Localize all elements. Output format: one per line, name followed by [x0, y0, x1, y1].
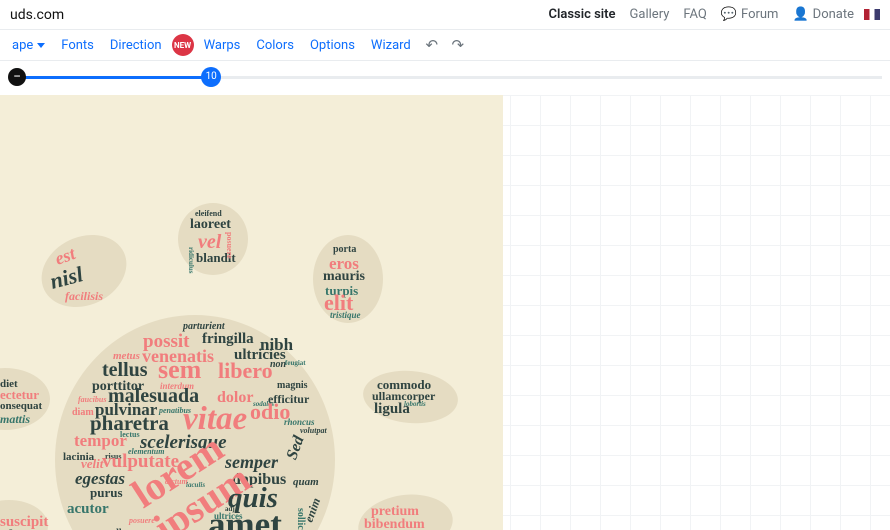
- wordcloud-word: sem: [158, 357, 201, 383]
- wordcloud-word: amet: [208, 507, 282, 530]
- wordcloud-word: volutpat: [300, 427, 327, 435]
- site-name: uds.com: [10, 7, 64, 23]
- menu-shape[interactable]: ape: [4, 34, 53, 57]
- wordcloud-word: ligula: [374, 402, 410, 417]
- wordcloud-word: sollicitudin: [295, 508, 305, 530]
- link-faq[interactable]: FAQ: [683, 7, 706, 22]
- wordcloud-background: eleifendlaoreetvelblanditposuereridiculu…: [0, 95, 503, 530]
- wordcloud-word: quam: [293, 477, 319, 488]
- menu-fonts[interactable]: Fonts: [53, 34, 102, 57]
- wordcloud-word: onsequat: [0, 401, 42, 412]
- menu-direction[interactable]: Direction: [102, 34, 170, 57]
- menu-colors[interactable]: Colors: [248, 34, 302, 57]
- wordcloud-word: tellus: [102, 360, 148, 380]
- topbar: uds.com Classic site Gallery FAQ 💬Forum …: [0, 0, 890, 30]
- wordcloud-word: tempor: [74, 432, 127, 449]
- wordcloud-word: fringilla: [202, 332, 254, 347]
- wordcloud-word: posuere: [225, 232, 233, 259]
- link-gallery[interactable]: Gallery: [630, 7, 670, 22]
- menu-wizard[interactable]: Wizard: [363, 34, 419, 57]
- undo-button[interactable]: ↶: [419, 36, 445, 54]
- blob-ray-1: [30, 222, 138, 321]
- slider-fill: [22, 76, 211, 79]
- language-flag-icon[interactable]: [864, 9, 880, 20]
- slider-minus-button[interactable]: −: [8, 68, 26, 86]
- wordcloud-word: magnis: [277, 381, 308, 391]
- menu-warps[interactable]: Warps: [196, 34, 249, 57]
- wordcloud-word: mauris: [323, 270, 365, 284]
- redo-icon: ↷: [451, 36, 464, 54]
- wordcloud-word: ridiculus: [187, 247, 194, 273]
- wordcloud-word: libero: [218, 360, 273, 382]
- canvas-area[interactable]: eleifendlaoreetvelblanditposuereridiculu…: [0, 95, 890, 530]
- link-classic-site[interactable]: Classic site: [549, 7, 616, 22]
- link-donate[interactable]: 👤Donate: [792, 7, 854, 22]
- donate-icon: 👤: [792, 7, 808, 22]
- redo-button[interactable]: ↷: [445, 36, 471, 54]
- menu-options[interactable]: Options: [302, 34, 363, 57]
- slider-thumb[interactable]: 10: [201, 67, 221, 87]
- wordcloud-word: laoreet: [190, 218, 231, 232]
- wordcloud-word: purus: [90, 486, 123, 499]
- wordcloud-word: vel: [198, 232, 221, 252]
- forum-icon: 💬: [721, 7, 737, 22]
- wordcloud-word: acutor: [67, 502, 109, 517]
- slider-track[interactable]: 10: [22, 76, 882, 79]
- wordcloud-word: tristique: [330, 311, 361, 320]
- wordcloud-word: feugiat: [285, 360, 306, 367]
- wordcloud-word: posuere: [129, 517, 155, 525]
- chevron-down-icon: [37, 43, 45, 48]
- menubar: ape Fonts Direction NEW Warps Colors Opt…: [0, 30, 890, 61]
- wordcloud-word: facilisis: [65, 290, 103, 302]
- slider-bar: − 10: [0, 61, 890, 95]
- new-badge-icon: NEW: [172, 34, 194, 56]
- wordcloud-word: mattis: [0, 413, 30, 425]
- link-forum[interactable]: 💬Forum: [721, 7, 779, 22]
- undo-icon: ↶: [425, 36, 438, 54]
